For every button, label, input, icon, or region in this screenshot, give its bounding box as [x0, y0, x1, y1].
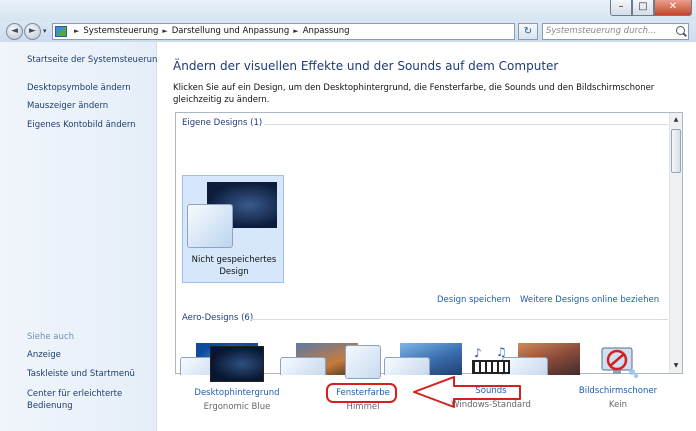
scroll-down-icon[interactable]: ▼ — [670, 360, 682, 372]
annotation-highlight-box — [326, 383, 397, 403]
address-bar[interactable]: ► Systemsteuerung ► Darstellung und Anpassu… — [52, 23, 555, 40]
group-divider — [250, 319, 668, 320]
sounds-icon: ♪ ♫ — [472, 345, 510, 374]
theme-window-color-preview — [187, 204, 233, 248]
title-bar: – □ ✕ — [0, 0, 696, 21]
main-content: Ändern der visuellen Effekte und der Sou… — [158, 42, 696, 431]
desktop-background-setting[interactable]: Desktophintergrund Ergonomic Blue — [192, 346, 282, 412]
maximize-button[interactable]: □ — [632, 0, 654, 16]
desktop-background-thumbnail — [210, 346, 264, 382]
sidebar-link-ease-of-access[interactable]: Center für erleichterte Bedienung — [27, 388, 145, 412]
theme-window-color-preview — [280, 357, 326, 375]
breadcrumb-item-anpassung[interactable]: Anpassung — [303, 26, 350, 36]
forward-arrow-icon: ► — [29, 26, 36, 36]
close-button[interactable]: ✕ — [654, 0, 692, 16]
search-input[interactable]: Systemsteuerung durch... — [542, 23, 689, 40]
breadcrumb-separator-icon: ► — [74, 27, 80, 35]
refresh-button[interactable]: ↻ — [518, 23, 538, 40]
group-title-aero-designs: Aero-Designs (6) — [182, 313, 254, 323]
screensaver-label[interactable]: Bildschirmschoner — [570, 386, 666, 396]
address-row: ◄ ► ▾ ► Systemsteuerung ► Darstellung und A… — [0, 21, 696, 42]
page-description: Klicken Sie auf ein Design, um den Deskt… — [173, 83, 655, 105]
scroll-up-icon[interactable]: ▲ — [670, 114, 682, 126]
forward-button[interactable]: ► — [24, 23, 41, 40]
sidebar-link-account-picture[interactable]: Eigenes Kontobild ändern — [27, 120, 136, 130]
page-title: Ändern der visuellen Effekte und der Sou… — [173, 59, 559, 73]
theme-tile-unsaved[interactable]: Nicht gespeichertes Design — [182, 175, 284, 283]
sidebar-link-taskbar[interactable]: Taskleiste und Startmenü — [27, 369, 135, 379]
maximize-icon: □ — [638, 1, 648, 12]
theme-gallery[interactable]: Eigene Designs (1) Nicht gespeichertes D… — [175, 112, 683, 375]
gallery-scrollbar[interactable]: ▲ ▼ — [669, 113, 682, 373]
breadcrumb-item-darstellung[interactable]: Darstellung und Anpassung — [172, 26, 290, 36]
scrollbar-thumb[interactable] — [671, 129, 681, 173]
desktop-background-value: Ergonomic Blue — [203, 402, 271, 412]
group-title-own-designs: Eigene Designs (1) — [182, 118, 263, 128]
refresh-icon: ↻ — [523, 26, 533, 37]
back-button[interactable]: ◄ — [6, 23, 23, 40]
window-color-value: Himmel — [346, 402, 380, 412]
screensaver-icon — [601, 347, 638, 378]
sounds-setting[interactable]: ♪ ♫ Sounds Windows-Standard — [443, 344, 539, 410]
online-designs-link[interactable]: Weitere Designs online beziehen — [520, 295, 659, 305]
desktop-background-label[interactable]: Desktophintergrund — [192, 388, 282, 398]
see-also-heading: Siehe auch — [27, 332, 74, 342]
sidebar-link-display[interactable]: Anzeige — [27, 350, 61, 360]
screensaver-value: Kein — [608, 400, 628, 410]
minimize-icon: – — [618, 1, 624, 12]
breadcrumb-separator-icon: ► — [293, 27, 299, 35]
sidebar-link-home[interactable]: Startseite der Systemsteuerung — [27, 55, 163, 65]
sidebar-link-desktop-icons[interactable]: Desktopsymbole ändern — [27, 83, 131, 93]
screensaver-setting[interactable]: Bildschirmschoner Kein — [570, 344, 666, 410]
search-icon — [676, 26, 685, 35]
breadcrumb: ► Systemsteuerung ► Darstellung und Anpassu… — [70, 24, 350, 39]
window-color-thumbnail — [345, 345, 381, 379]
minimize-button[interactable]: – — [610, 0, 632, 16]
sounds-label[interactable]: Sounds — [443, 386, 539, 396]
svg-text:♫: ♫ — [496, 345, 507, 359]
sidebar-link-mouse-pointer[interactable]: Mauszeiger ändern — [27, 101, 108, 111]
close-icon: ✕ — [668, 1, 678, 12]
back-arrow-icon: ◄ — [11, 26, 18, 36]
sounds-value: Windows-Standard — [451, 400, 531, 410]
search-placeholder: Systemsteuerung durch... — [546, 26, 657, 36]
breadcrumb-separator-icon: ► — [162, 27, 168, 35]
control-panel-icon — [55, 26, 67, 37]
sidebar: Startseite der Systemsteuerung Desktopsy… — [0, 42, 163, 431]
save-design-link[interactable]: Design speichern — [437, 295, 511, 305]
recent-pages-dropdown[interactable]: ▾ — [43, 27, 47, 35]
svg-text:♪: ♪ — [474, 346, 482, 360]
theme-tile-label: Nicht gespeichertes Design — [191, 255, 277, 277]
breadcrumb-item-systemsteuerung[interactable]: Systemsteuerung — [83, 26, 158, 36]
group-divider — [264, 124, 668, 125]
